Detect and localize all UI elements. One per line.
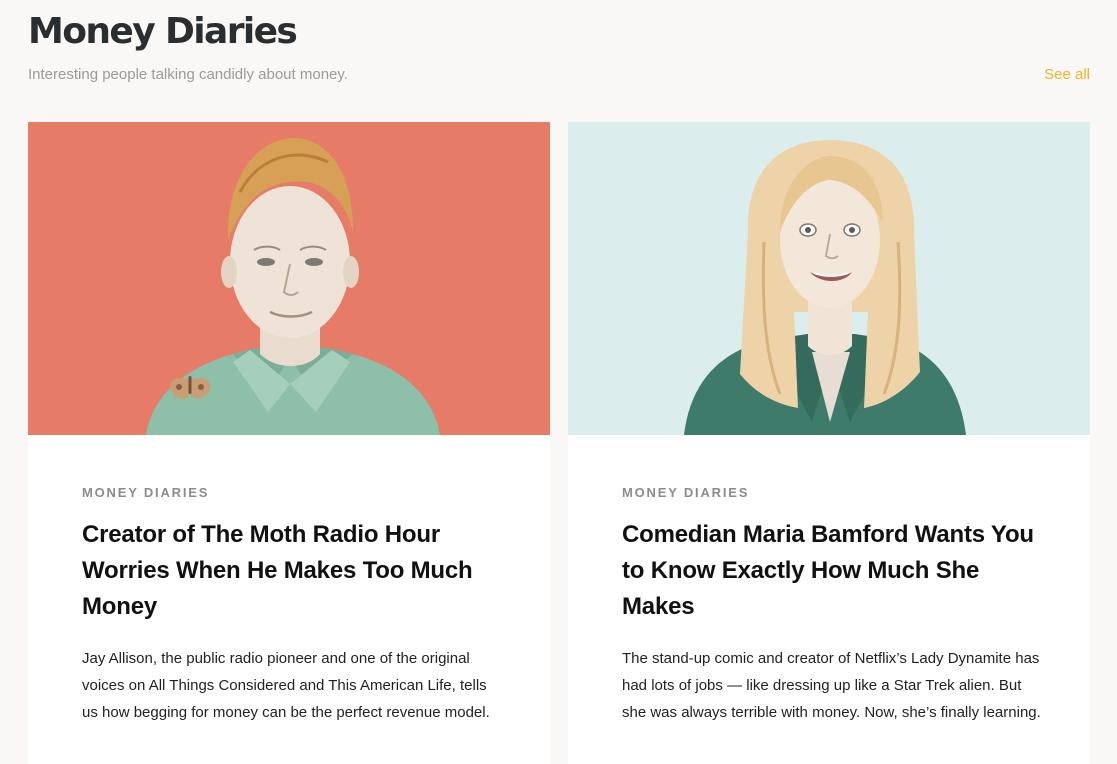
see-all-link[interactable]: See all (1044, 65, 1090, 85)
card-body: MONEY DIARIES Creator of The Moth Radio … (82, 485, 502, 726)
article-card[interactable]: MONEY DIARIES Comedian Maria Bamford Wan… (568, 122, 1090, 764)
card-grid: MONEY DIARIES Creator of The Moth Radio … (28, 122, 1090, 764)
article-card[interactable]: MONEY DIARIES Creator of The Moth Radio … (28, 122, 550, 764)
card-dek: The stand-up comic and creator of Netfli… (622, 650, 1041, 721)
card-image-jay-allison[interactable] (28, 122, 550, 435)
card-kicker[interactable]: MONEY DIARIES (82, 485, 502, 501)
card-headline[interactable]: Creator of The Moth Radio Hour Worries W… (82, 517, 502, 625)
portrait-illustration-man (28, 122, 550, 435)
portrait-illustration-woman (568, 122, 1090, 435)
section-title: Money Diaries (28, 11, 298, 52)
section-subtitle: Interesting people talking candidly abou… (28, 66, 348, 83)
card-headline[interactable]: Comedian Maria Bamford Wants You to Know… (622, 517, 1042, 625)
card-dek: Jay Allison, the public radio pioneer an… (82, 650, 490, 721)
card-body: MONEY DIARIES Comedian Maria Bamford Wan… (622, 485, 1042, 726)
card-kicker[interactable]: MONEY DIARIES (622, 485, 1042, 501)
section-header: Money Diaries Interesting people talking… (28, 0, 1090, 110)
card-image-maria-bamford[interactable] (568, 122, 1090, 435)
